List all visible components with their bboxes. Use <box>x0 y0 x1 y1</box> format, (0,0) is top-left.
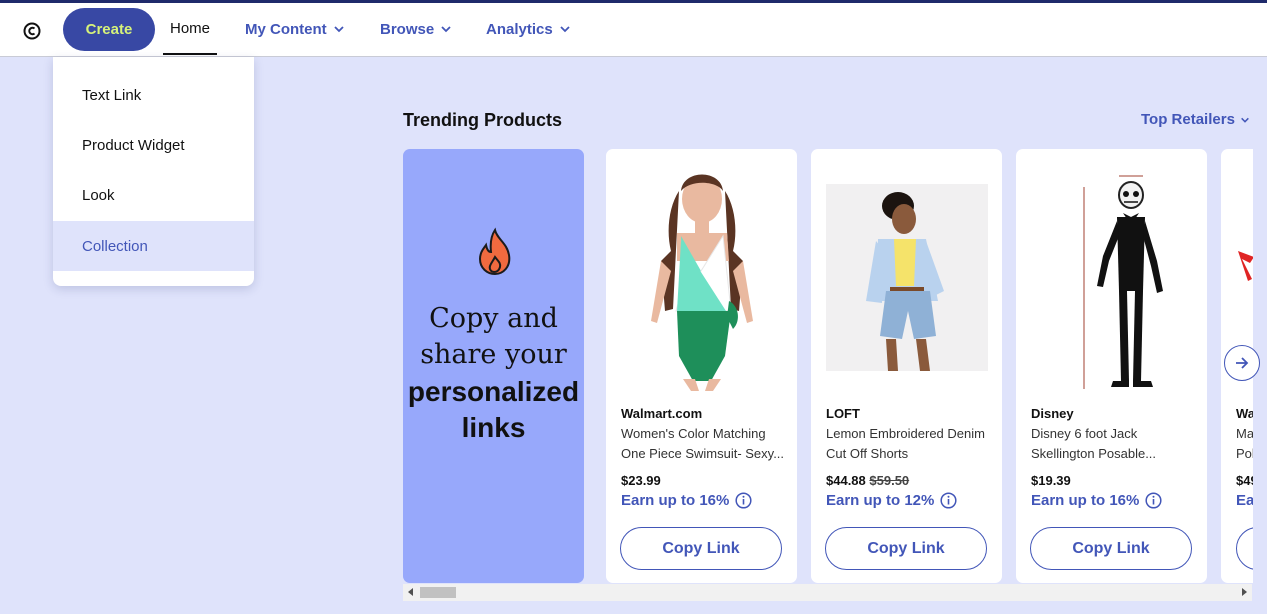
menu-item-text-link[interactable]: Text Link <box>53 70 254 120</box>
nav-browse-label: Browse <box>380 20 435 38</box>
earn-rate-label: Ea <box>1236 492 1253 509</box>
carousel-next-button[interactable] <box>1224 345 1260 381</box>
create-button[interactable]: Create <box>63 8 155 51</box>
product-retailer: Disney <box>1031 406 1074 421</box>
product-name: Ma Pol <box>1236 424 1253 464</box>
product-card[interactable]: LOFT Lemon Embroidered Denim Cut Off Sho… <box>811 149 1002 583</box>
product-name-line: Ma <box>1236 426 1253 441</box>
copy-link-button[interactable]: Copy Link <box>620 527 782 570</box>
product-name-line: Skellington Posable... <box>1031 446 1157 461</box>
top-nav-bar: Create Home My Content Browse Analytics <box>0 3 1267 57</box>
product-name[interactable]: Women's Color Matching One Piece Swimsui… <box>621 424 785 464</box>
chevron-down-icon <box>334 26 344 33</box>
earn-rate-label: Earn up to 16% <box>1031 492 1140 509</box>
product-name-line: Disney 6 foot Jack <box>1031 426 1138 441</box>
nav-analytics[interactable]: Analytics <box>486 3 571 55</box>
scroll-left-arrow-icon[interactable] <box>408 588 413 596</box>
nav-my-content-label: My Content <box>245 20 327 38</box>
top-retailers-dropdown[interactable]: Top Retailers <box>1141 111 1250 128</box>
flame-icon <box>478 227 511 276</box>
product-image <box>621 161 783 391</box>
product-name-line: Lemon Embroidered Denim <box>826 426 985 441</box>
info-icon[interactable] <box>735 492 752 509</box>
product-image <box>826 184 988 371</box>
info-icon[interactable] <box>940 492 957 509</box>
section-title: Trending Products <box>403 110 563 130</box>
promo-card: Copy and share your personalized links <box>403 149 584 583</box>
product-price: $23.99 <box>621 473 661 488</box>
copy-link-button[interactable]: Copy Link <box>1030 527 1192 570</box>
price-current: $19.39 <box>1031 473 1071 488</box>
product-card[interactable]: Disney Disney 6 foot Jack Skellington Po… <box>1016 149 1207 583</box>
arrow-right-icon <box>1236 357 1249 369</box>
scroll-right-arrow-icon[interactable] <box>1242 588 1247 596</box>
nav-my-content[interactable]: My Content <box>245 3 345 55</box>
product-price: $44.88 $59.50 <box>826 473 909 488</box>
product-name[interactable]: Disney 6 foot Jack Skellington Posable..… <box>1031 424 1195 464</box>
product-price: $49 <box>1236 473 1253 488</box>
chevron-down-icon <box>441 26 451 33</box>
product-image <box>1238 251 1253 281</box>
product-card[interactable]: Walmart.com Women's Color Matching One P… <box>606 149 797 583</box>
top-retailers-label: Top Retailers <box>1141 111 1235 128</box>
product-name[interactable]: Lemon Embroidered Denim Cut Off Shorts <box>826 424 990 464</box>
promo-text-bold: personalized links <box>407 376 580 443</box>
product-retailer: LOFT <box>826 406 860 421</box>
menu-item-look[interactable]: Look <box>53 170 254 220</box>
earn-rate: Earn up to 16% <box>1031 492 1162 509</box>
menu-item-product-widget[interactable]: Product Widget <box>53 120 254 170</box>
nav-home[interactable]: Home <box>163 3 217 55</box>
create-dropdown-menu: Text Link Product Widget Look Collection <box>53 57 254 286</box>
copy-link-button[interactable] <box>1236 527 1253 570</box>
info-icon[interactable] <box>1145 492 1162 509</box>
earn-rate-label: Earn up to 12% <box>826 492 935 509</box>
logo-icon[interactable] <box>22 21 42 41</box>
horizontal-scrollbar[interactable] <box>403 584 1252 601</box>
menu-item-collection[interactable]: Collection <box>53 221 254 271</box>
earn-rate: Earn up to 16% <box>621 492 752 509</box>
product-retailer: Wa <box>1236 406 1253 421</box>
product-price: $19.39 <box>1031 473 1071 488</box>
product-name-line: Cut Off Shorts <box>826 446 909 461</box>
earn-rate: Earn up to 12% <box>826 492 957 509</box>
scrollbar-thumb[interactable] <box>420 587 456 598</box>
price-current: $44.88 <box>826 473 866 488</box>
copy-link-button[interactable]: Copy Link <box>825 527 987 570</box>
promo-text-serif: Copy and share your <box>420 303 567 370</box>
earn-rate-label: Earn up to 16% <box>621 492 730 509</box>
product-image <box>1031 161 1193 391</box>
chevron-down-icon <box>1241 117 1249 123</box>
product-name-line: One Piece Swimsuit- Sexy... <box>621 446 785 461</box>
nav-home-label: Home <box>169 19 210 37</box>
product-retailer: Walmart.com <box>621 406 703 421</box>
product-name-line: Women's Color Matching <box>621 426 766 441</box>
chevron-down-icon <box>560 26 570 33</box>
price-current: $23.99 <box>621 473 661 488</box>
price-original: $59.50 <box>869 473 910 488</box>
product-name-line: Pol <box>1236 446 1253 461</box>
nav-analytics-label: Analytics <box>486 20 553 38</box>
nav-browse[interactable]: Browse <box>380 3 452 55</box>
